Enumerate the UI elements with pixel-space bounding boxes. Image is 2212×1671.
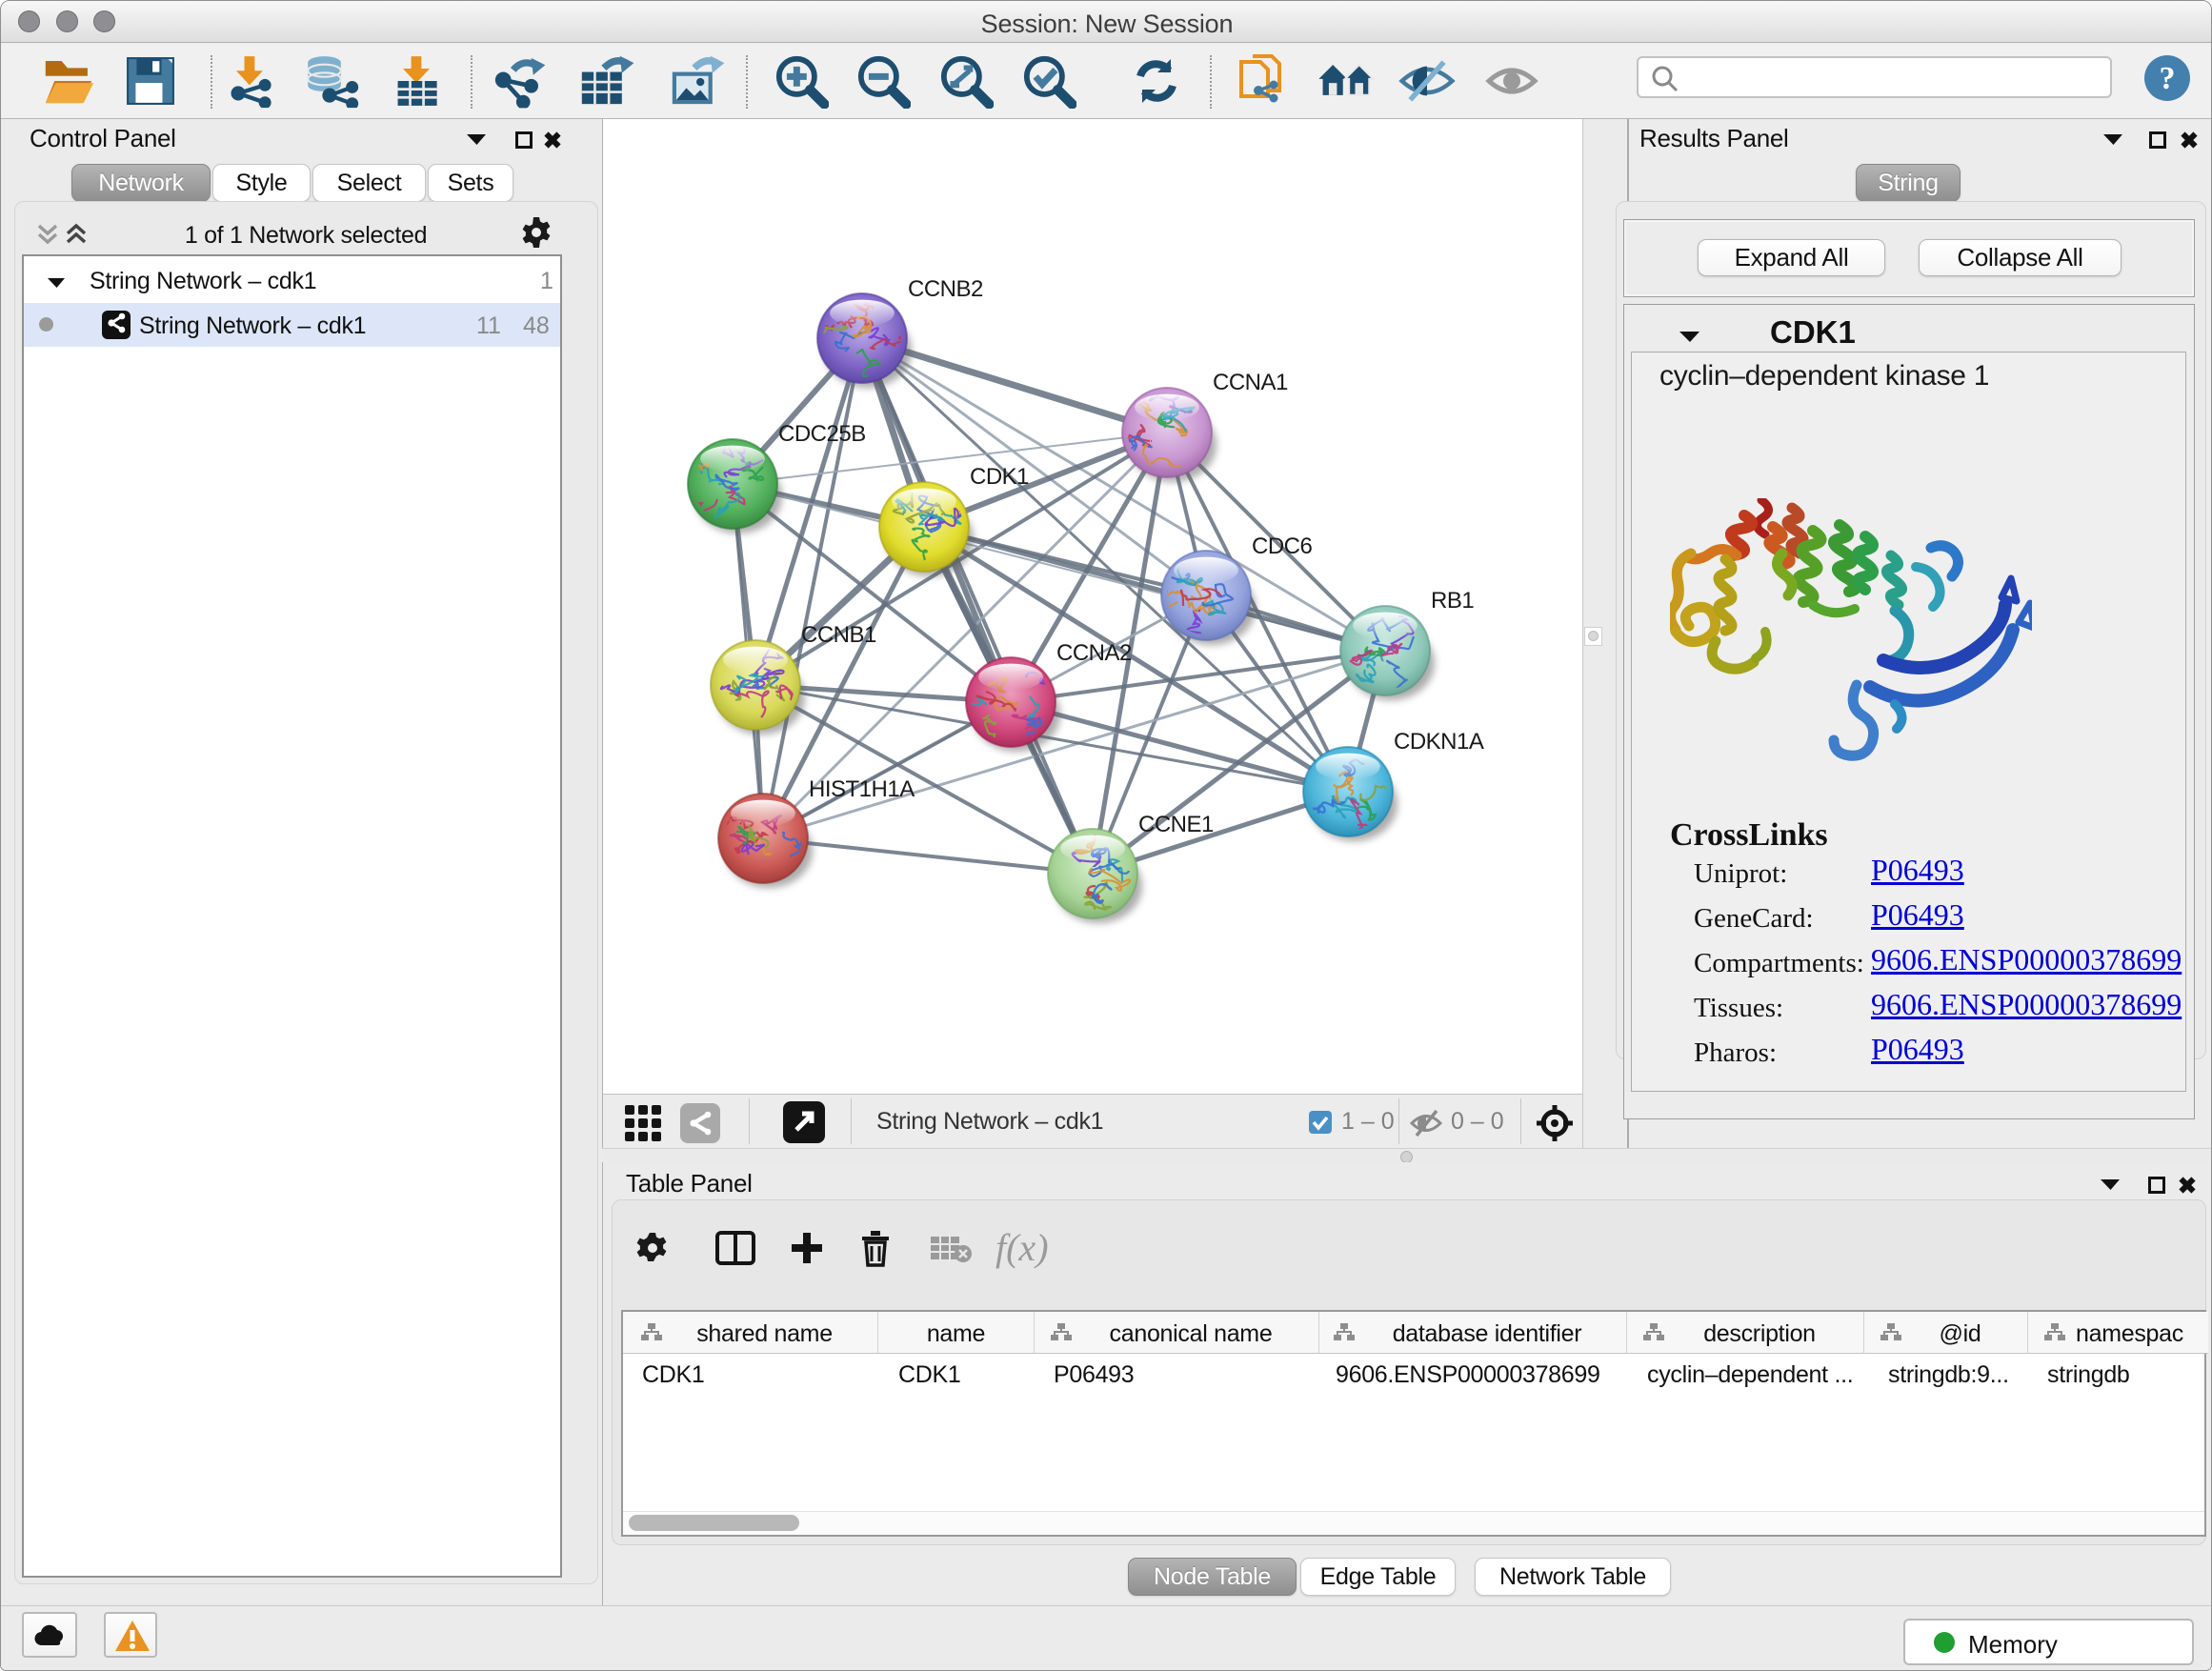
svg-text:CDK1: CDK1 (970, 464, 1029, 490)
svg-text:RB1: RB1 (1431, 588, 1474, 614)
svg-text:CCNB1: CCNB1 (801, 622, 876, 648)
svg-text:CDC6: CDC6 (1252, 534, 1312, 559)
svg-text:CDKN1A: CDKN1A (1394, 729, 1484, 755)
svg-text:CCNA1: CCNA1 (1213, 370, 1288, 395)
svg-text:CDC25B: CDC25B (778, 421, 866, 447)
svg-text:?: ? (2160, 61, 2176, 96)
svg-text:CCNE1: CCNE1 (1138, 812, 1214, 837)
svg-text:CCNA2: CCNA2 (1056, 640, 1132, 666)
svg-text:HIST1H1A: HIST1H1A (809, 776, 915, 802)
svg-text:CCNB2: CCNB2 (908, 276, 983, 302)
